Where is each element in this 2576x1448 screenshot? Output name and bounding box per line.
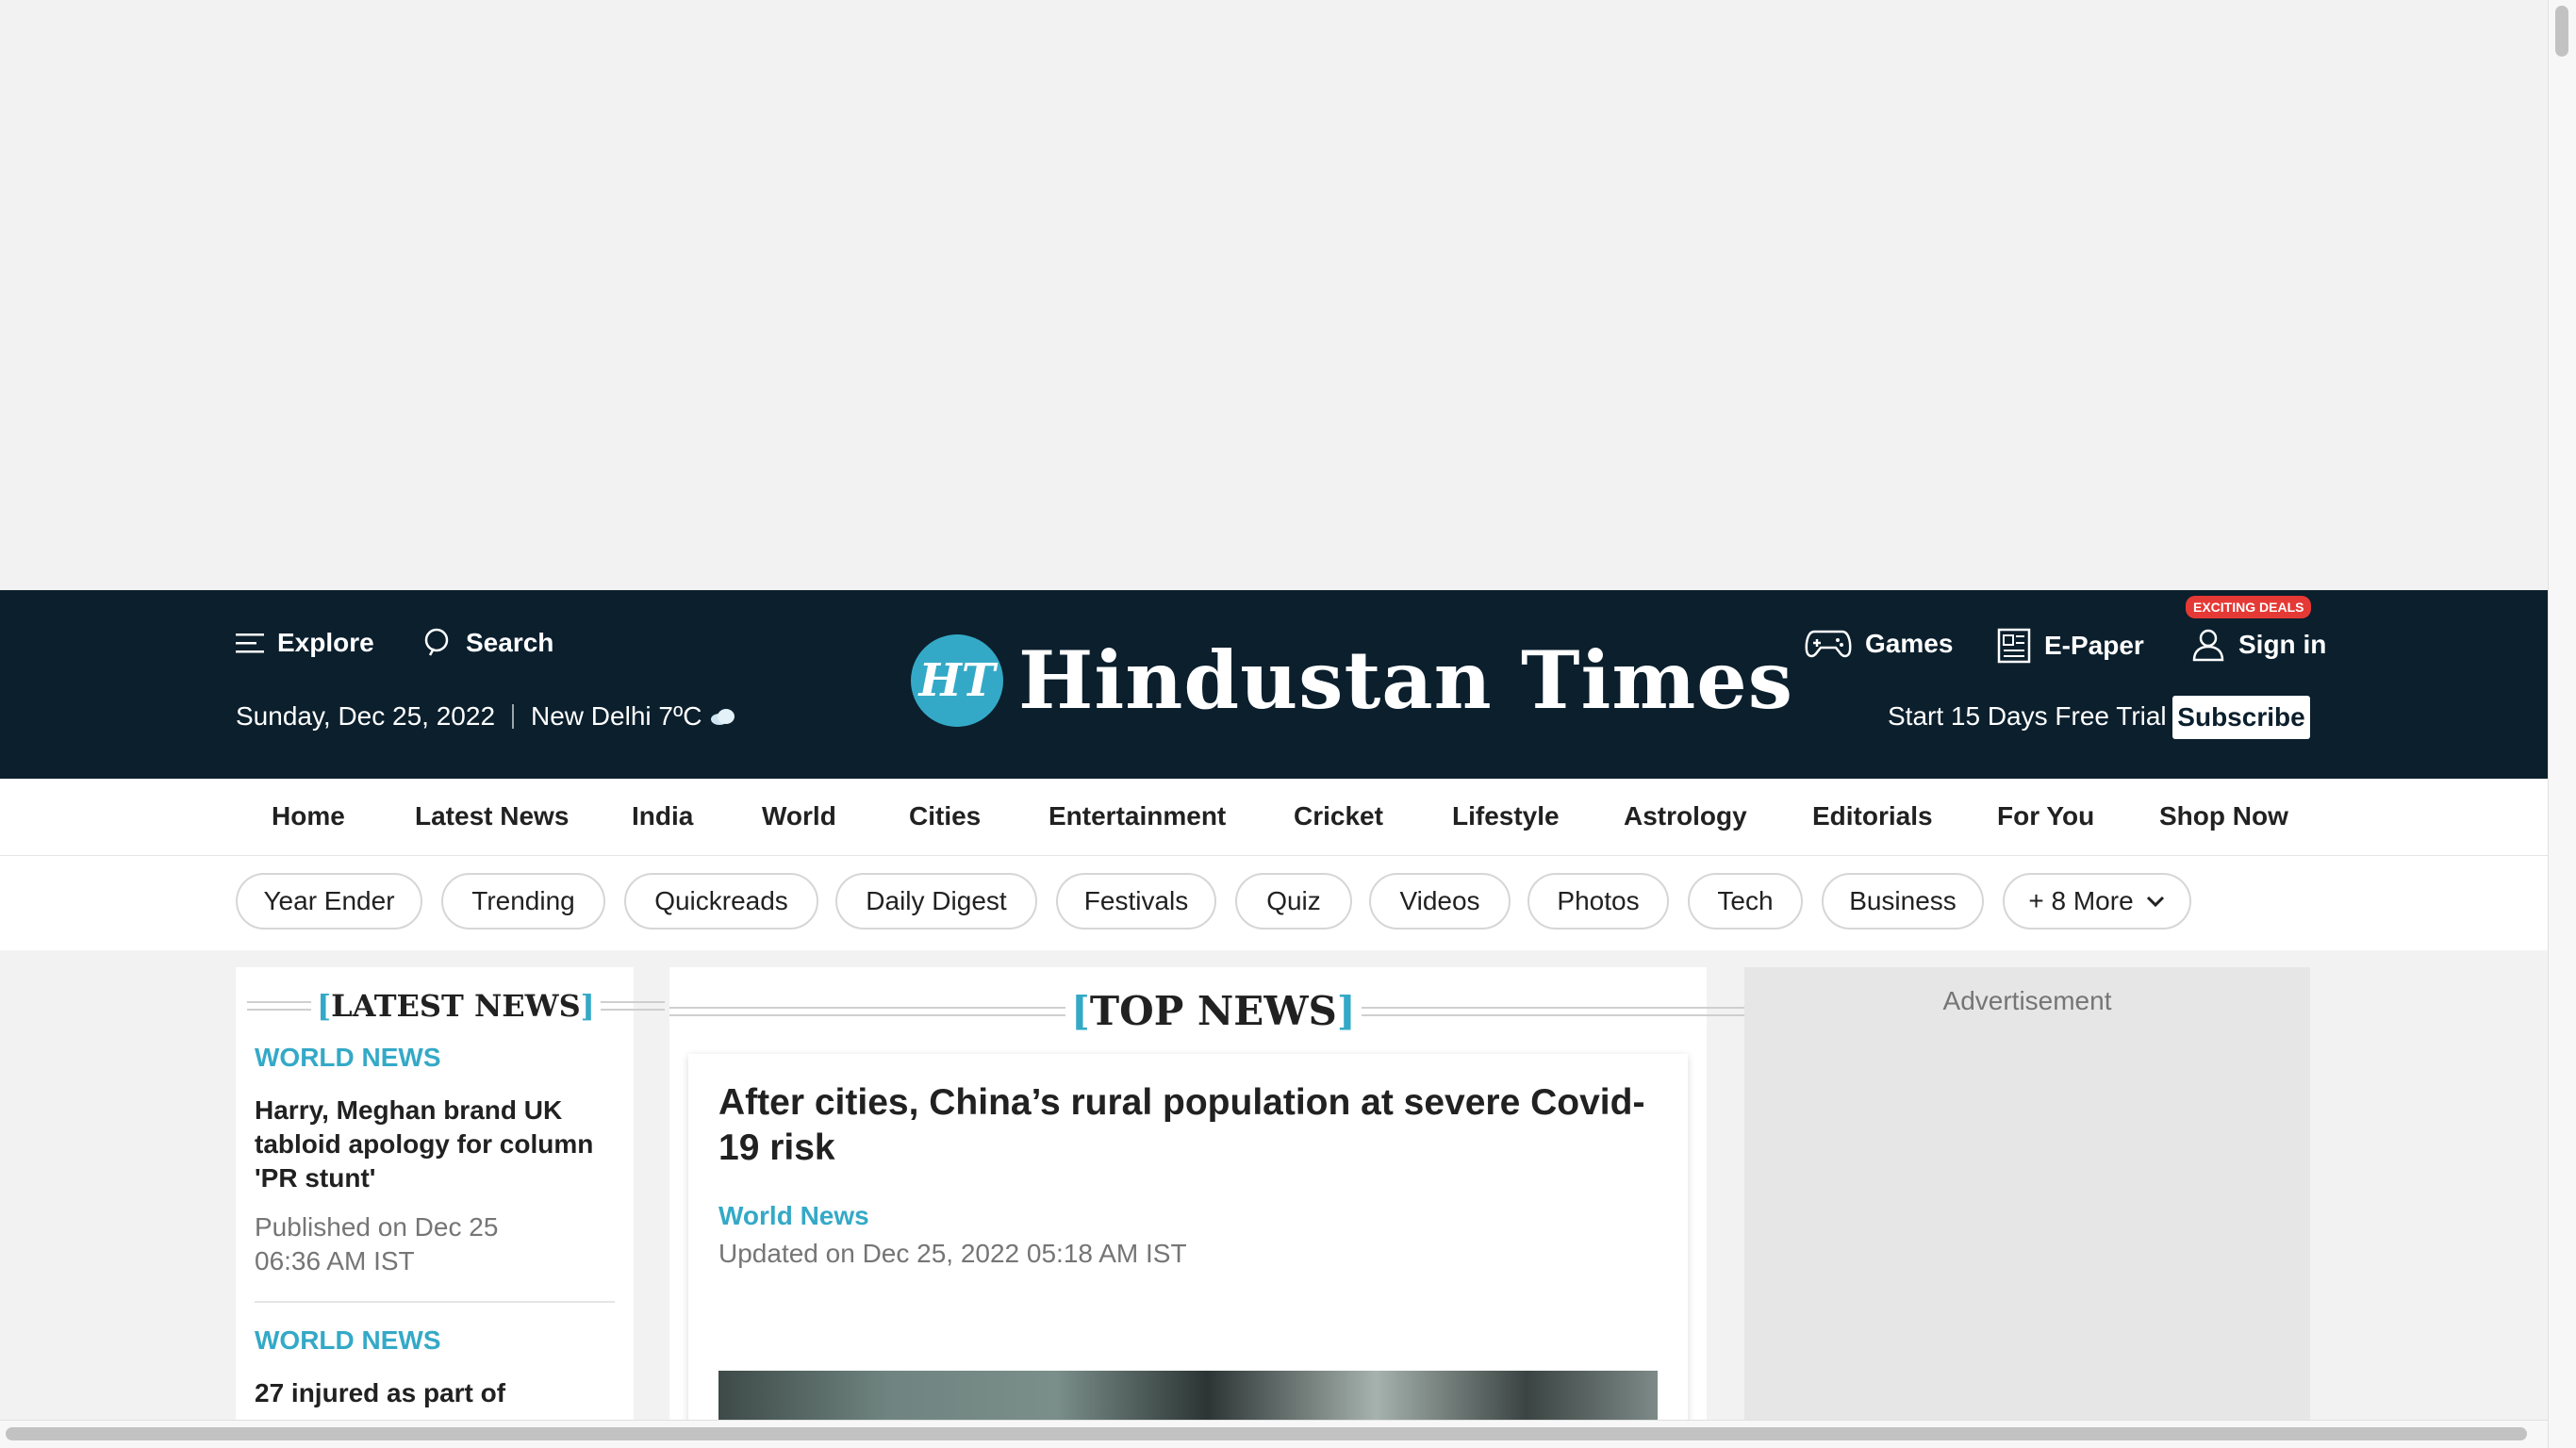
top-ad-space	[0, 0, 2548, 590]
more-topics-dropdown[interactable]: + 8 More	[2003, 873, 2191, 930]
pill-daily-digest[interactable]: Daily Digest	[835, 873, 1037, 930]
nav-item-for-you[interactable]: For You	[1997, 801, 2094, 831]
epaper-label: E-Paper	[2044, 631, 2144, 660]
latest-news-divider	[255, 1301, 615, 1303]
latest-news-headline[interactable]: 27 injured as part of	[255, 1376, 613, 1410]
latest-news-category[interactable]: WORLD NEWS	[255, 1043, 441, 1073]
latest-news-category[interactable]: WORLD NEWS	[255, 1325, 441, 1356]
top-story-headline[interactable]: After cities, China’s rural population a…	[718, 1080, 1661, 1171]
pill-quickreads[interactable]: Quickreads	[624, 873, 818, 930]
nav-item-editorials[interactable]: Editorials	[1812, 801, 1933, 831]
masthead: Explore Search Sunday, Dec 25, 2022 New …	[0, 590, 2548, 779]
pill-quiz[interactable]: Quiz	[1235, 873, 1352, 930]
explore-label: Explore	[277, 628, 374, 657]
cloud-icon	[711, 709, 735, 725]
nav-item-cricket[interactable]: Cricket	[1294, 801, 1383, 831]
logo-badge: HT	[911, 634, 1003, 727]
top-story-category[interactable]: World News	[718, 1201, 869, 1231]
top-news-panel: [TOP NEWS] After cities, China’s rural p…	[669, 967, 1758, 1448]
logo-wordmark: Hindustan Times	[1018, 634, 1794, 727]
latest-news-published: Published on Dec 25 06:36 AM IST	[255, 1212, 499, 1275]
heading-rule-left	[669, 1006, 1065, 1016]
free-trial-text[interactable]: Start 15 Days Free Trial	[1888, 701, 2167, 732]
search-label: Search	[466, 628, 554, 657]
city-weather[interactable]: New Delhi 7ºC	[531, 701, 702, 732]
games-link[interactable]: Games	[1805, 628, 1953, 660]
nav-item-world[interactable]: World	[762, 801, 836, 831]
gamepad-icon	[1805, 630, 1852, 658]
nav-item-astrology[interactable]: Astrology	[1624, 801, 1747, 831]
main-nav: Home Latest News India World Cities Ente…	[0, 779, 2548, 856]
sidebar-ad: Advertisement	[1744, 967, 2310, 1420]
exciting-deals-badge: EXCITING DEALS	[2186, 596, 2312, 618]
pill-videos[interactable]: Videos	[1369, 873, 1511, 930]
pill-festivals[interactable]: Festivals	[1056, 873, 1216, 930]
more-topics-label: + 8 More	[2028, 886, 2134, 915]
advertisement-label: Advertisement	[1942, 986, 2112, 1015]
dateline: Sunday, Dec 25, 2022 New Delhi 7ºC	[236, 701, 737, 732]
latest-news-title: [LATEST NEWS]	[317, 988, 595, 1024]
epaper-link[interactable]: E-Paper	[1997, 628, 2144, 664]
vertical-scrollbar-thumb[interactable]	[2555, 6, 2568, 57]
nav-item-lifestyle[interactable]: Lifestyle	[1452, 801, 1560, 831]
nav-item-india[interactable]: India	[632, 801, 693, 831]
nav-item-cities[interactable]: Cities	[909, 801, 981, 831]
pill-tech[interactable]: Tech	[1688, 873, 1803, 930]
horizontal-scrollbar-thumb[interactable]	[6, 1427, 2527, 1440]
heading-rule-right	[1361, 1006, 1758, 1016]
topic-pills-bar: Year Ender Trending Quickreads Daily Dig…	[0, 856, 2548, 950]
nav-item-home[interactable]: Home	[272, 801, 345, 831]
user-icon	[2192, 629, 2224, 662]
search-icon	[424, 628, 449, 656]
newspaper-icon	[1997, 628, 2031, 664]
nav-item-latest-news[interactable]: Latest News	[415, 801, 569, 831]
top-news-title: [TOP NEWS]	[1071, 988, 1356, 1034]
latest-news-panel: [LATEST NEWS] WORLD NEWS Harry, Meghan b…	[236, 967, 665, 1420]
heading-rule-right	[600, 1001, 665, 1011]
dateline-divider	[512, 704, 515, 729]
top-story-card[interactable]: After cities, China’s rural population a…	[688, 1054, 1688, 1448]
top-story-updated: Updated on Dec 25, 2022 05:18 AM IST	[718, 1239, 1187, 1268]
latest-news-heading: [LATEST NEWS]	[247, 988, 665, 1024]
pill-trending[interactable]: Trending	[441, 873, 605, 930]
pill-year-ender[interactable]: Year Ender	[236, 873, 422, 930]
pill-business[interactable]: Business	[1822, 873, 1984, 930]
games-label: Games	[1865, 629, 1954, 658]
nav-item-entertainment[interactable]: Entertainment	[1049, 801, 1226, 831]
hamburger-icon	[236, 634, 264, 653]
vertical-scrollbar[interactable]	[2548, 0, 2576, 1448]
current-date: Sunday, Dec 25, 2022	[236, 701, 496, 731]
explore-button[interactable]: Explore	[236, 628, 374, 658]
signin-label: Sign in	[2238, 630, 2327, 659]
chevron-down-icon	[2146, 896, 2164, 908]
heading-rule-left	[247, 1001, 311, 1011]
nav-item-shop-now[interactable]: Shop Now	[2159, 801, 2288, 831]
pill-photos[interactable]: Photos	[1527, 873, 1669, 930]
signin-button[interactable]: Sign in	[2191, 628, 2326, 662]
subscribe-button[interactable]: Subscribe	[2172, 696, 2310, 739]
search-button[interactable]: Search	[424, 628, 553, 658]
top-news-heading: [TOP NEWS]	[669, 988, 1758, 1034]
latest-news-headline[interactable]: Harry, Meghan brand UK tabloid apology f…	[255, 1094, 613, 1195]
site-logo[interactable]: HT Hindustan Times	[911, 634, 1793, 727]
